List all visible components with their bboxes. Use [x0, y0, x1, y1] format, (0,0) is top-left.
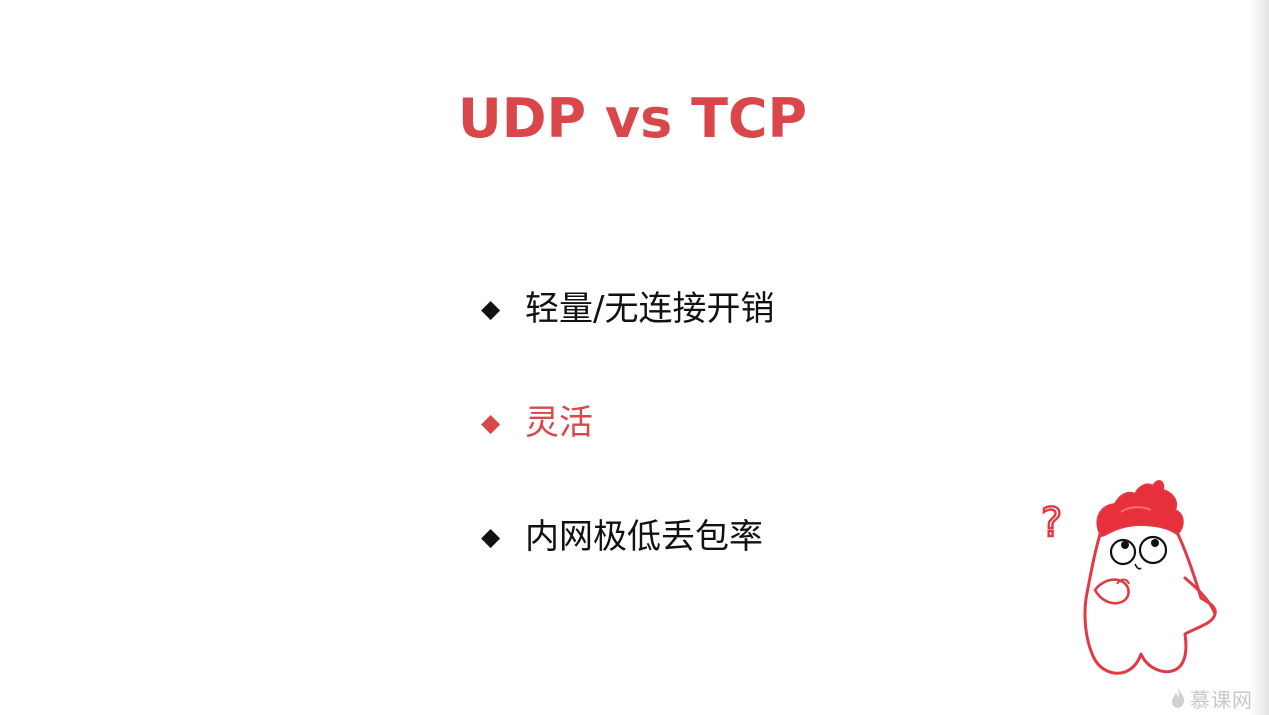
question-mark-icon: ? — [1041, 500, 1062, 546]
bullet-item: ◆ 内网极低丢包率 — [481, 509, 763, 565]
bullet-item: ◆ 轻量/无连接开销 — [481, 281, 774, 337]
diamond-bullet-icon: ◆ — [481, 522, 501, 551]
watermark: 慕课网 — [1170, 685, 1253, 712]
slide-title: UDP vs TCP — [457, 87, 808, 150]
diamond-bullet-icon: ◆ — [481, 408, 501, 437]
bullet-text: 灵活 — [525, 403, 593, 443]
bullet-item-highlighted: ◆ 灵活 — [481, 395, 593, 451]
watermark-text: 慕课网 — [1190, 687, 1253, 712]
slide: UDP vs TCP ◆ 轻量/无连接开销 ◆ 灵活 ◆ 内网极低丢包率 ? 慕… — [0, 0, 1269, 715]
bullet-text: 轻量/无连接开销 — [525, 289, 775, 329]
bullet-text: 内网极低丢包率 — [525, 517, 763, 557]
diamond-bullet-icon: ◆ — [481, 294, 501, 323]
confused-mascot-icon: ? — [1035, 478, 1235, 683]
flame-logo-icon — [1172, 688, 1185, 708]
